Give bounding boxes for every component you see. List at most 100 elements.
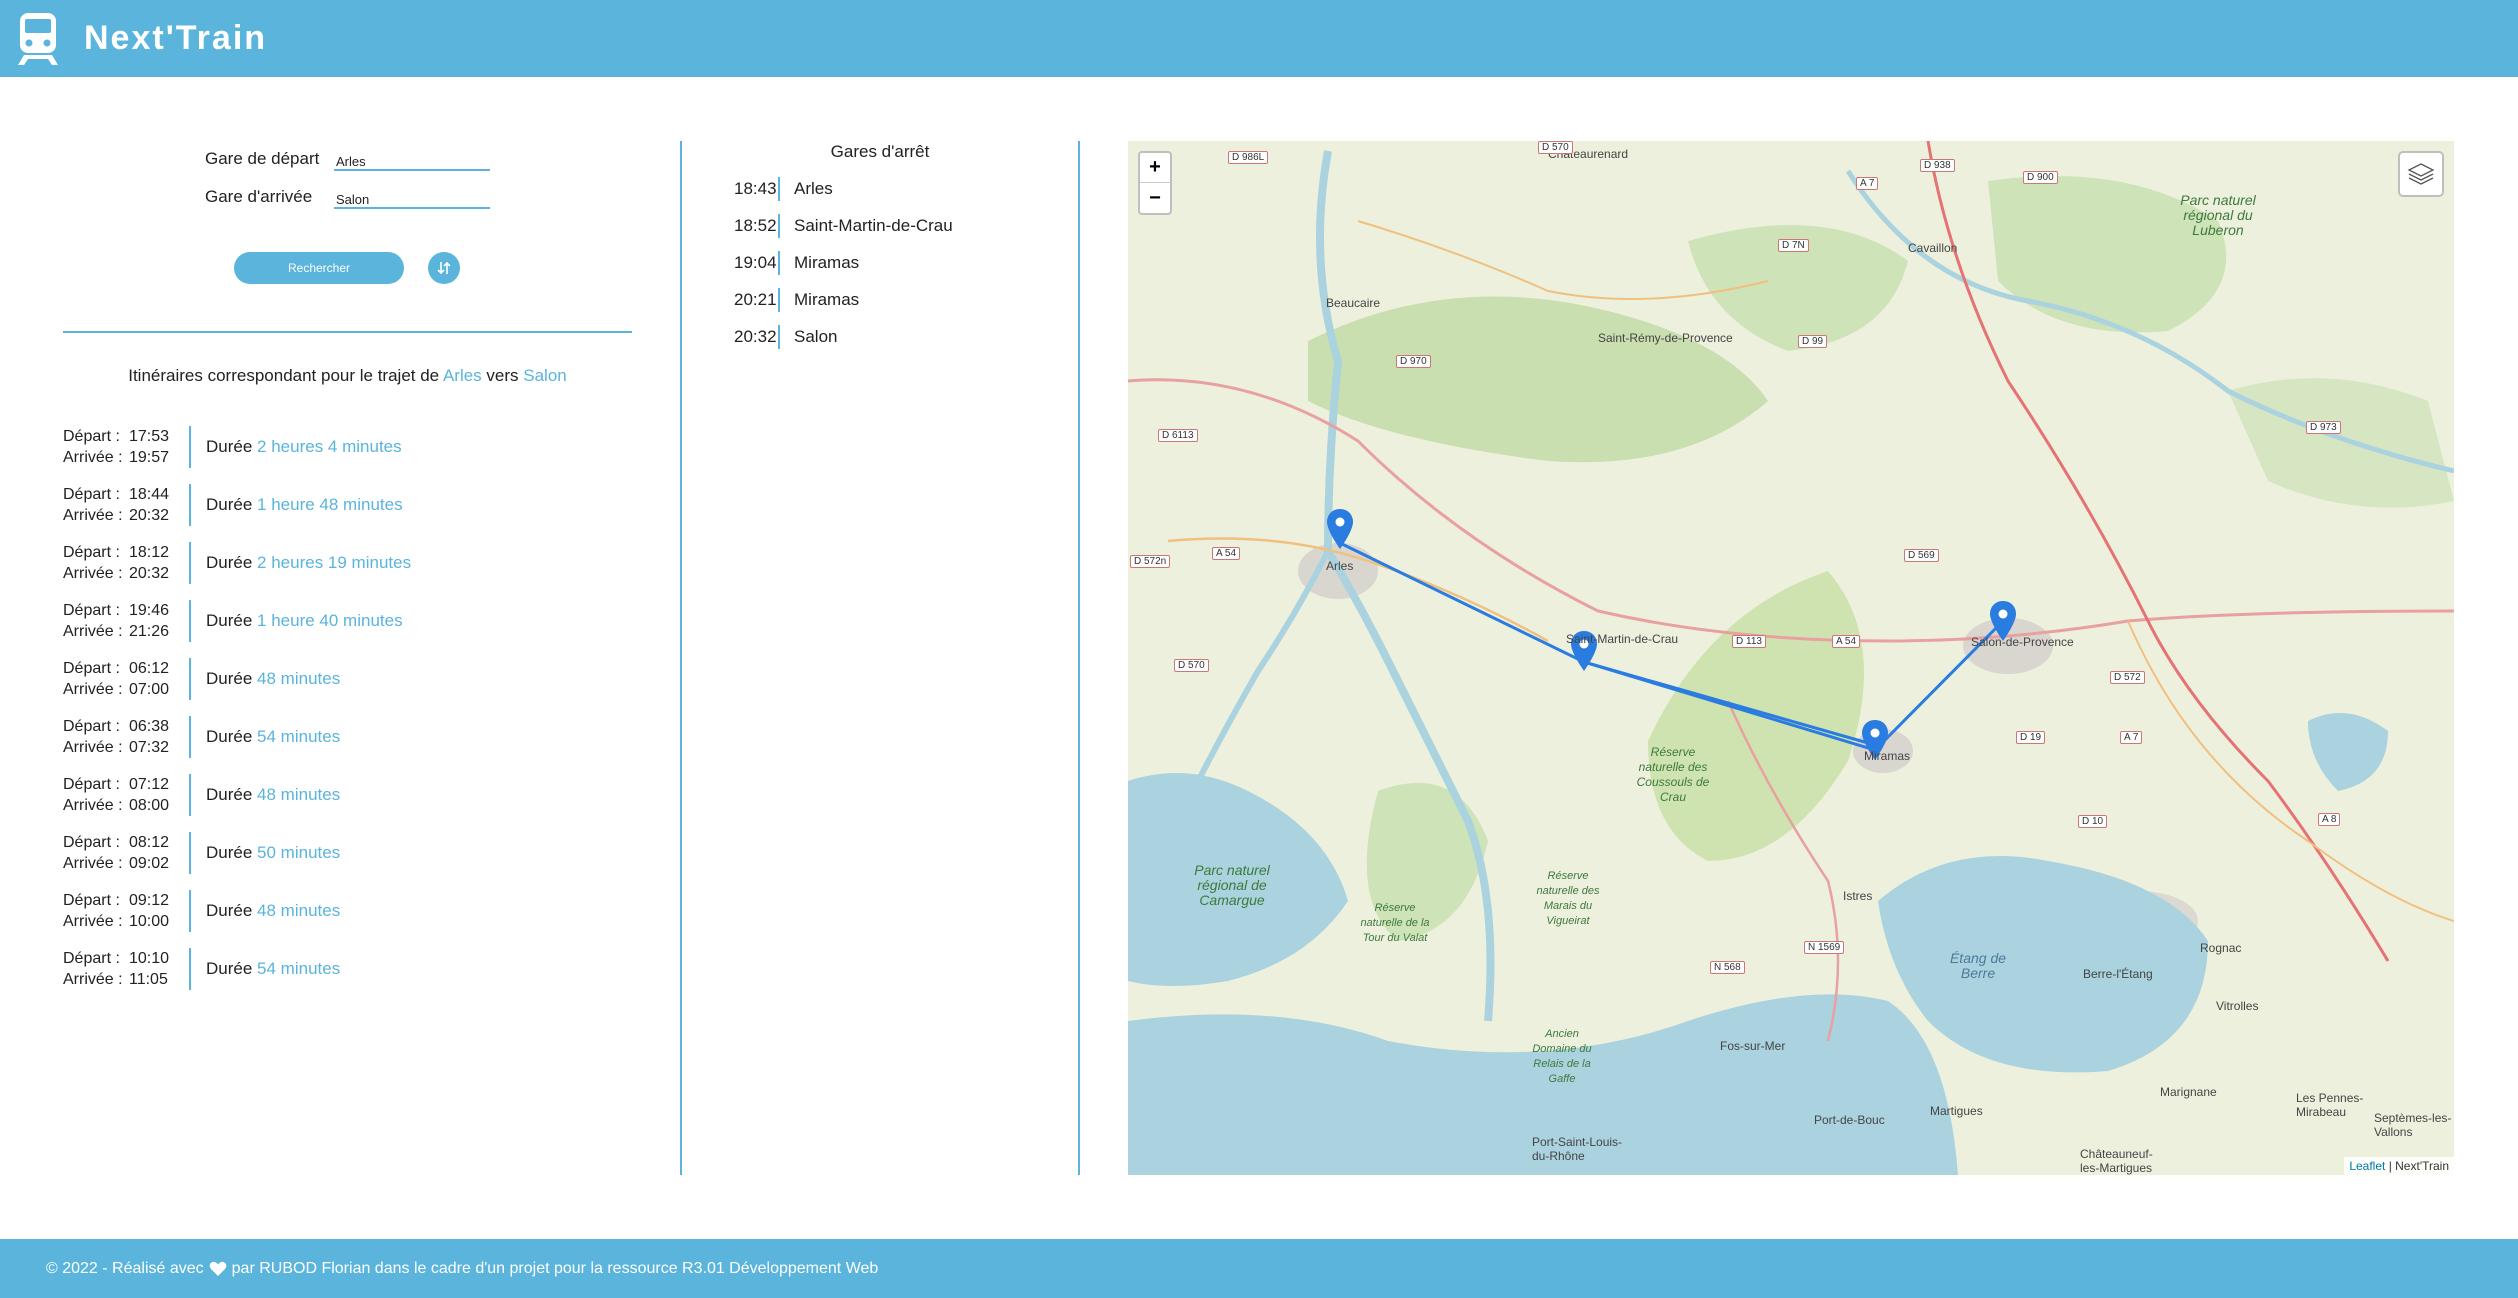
stop-separator	[778, 213, 780, 238]
duration-label: Durée	[206, 959, 253, 978]
map-label: Berre-l'Étang	[2083, 967, 2153, 981]
arrival-label: Arrivée :	[63, 739, 123, 756]
duration-label: Durée	[206, 727, 253, 746]
results-title-prefix: Itinéraires correspondant pour le trajet…	[128, 366, 440, 385]
road-shield: D 938	[1920, 159, 1955, 172]
app-header: Next'Train	[0, 0, 2518, 77]
search-button[interactable]: Rechercher	[234, 252, 404, 284]
arrival-input[interactable]: Salon	[334, 185, 490, 209]
departure-label: Départ :	[63, 776, 120, 793]
itinerary-duration: Durée 1 heure 48 minutes	[206, 495, 403, 515]
arrival-time: 11:05	[129, 971, 168, 988]
duration-label: Durée	[206, 843, 253, 862]
itinerary-item[interactable]: Départ : 10:10 Arrivée : 11:05 Durée 54 minu…	[63, 940, 632, 998]
duration-value[interactable]: 48 minutes	[257, 669, 340, 688]
road-shield: D 973	[2306, 421, 2341, 434]
map-label: Vitrolles	[2216, 999, 2259, 1013]
itinerary-separator	[189, 948, 191, 990]
itinerary-separator	[189, 658, 191, 700]
itinerary-separator	[189, 774, 191, 816]
duration-value[interactable]: 1 heure 40 minutes	[257, 611, 403, 630]
divider	[63, 331, 632, 333]
train-icon	[18, 12, 58, 65]
map-label: Les Pennes-Mirabeau	[2296, 1091, 2364, 1119]
map-label: Réserve naturelle des Marais du Vigueira…	[1536, 870, 1600, 927]
arrival-time: 20:32	[129, 507, 170, 524]
itinerary-times: Départ : 08:12 Arrivée : 09:02	[63, 832, 189, 874]
map-label: Martigues	[1930, 1104, 1983, 1118]
departure-input[interactable]: Arles	[334, 147, 490, 171]
results-title: Itinéraires correspondant pour le trajet…	[63, 366, 632, 386]
zoom-in-button[interactable]: +	[1140, 153, 1170, 183]
zoom-out-button[interactable]: −	[1140, 183, 1170, 213]
duration-value[interactable]: 48 minutes	[257, 901, 340, 920]
duration-label: Durée	[206, 669, 253, 688]
arrival-label: Arrivée :	[63, 507, 123, 524]
road-shield: D 572	[2110, 671, 2145, 684]
arrival-row: Gare d'arrivée Salon	[205, 178, 490, 216]
itinerary-times: Départ : 10:10 Arrivée : 11:05	[63, 948, 189, 990]
layers-icon	[2407, 163, 2435, 185]
map[interactable]: Arles Saint-Martin-de-Crau Miramas Salon…	[1128, 141, 2454, 1175]
itinerary-item[interactable]: Départ : 19:46 Arrivée : 21:26 Durée 1 heure…	[63, 592, 632, 650]
departure-label: Gare de départ	[205, 149, 320, 168]
stop-item: 18:52 Saint-Martin-de-Crau	[734, 207, 953, 244]
app-title: Next'Train	[84, 19, 268, 57]
duration-value[interactable]: 48 minutes	[257, 785, 340, 804]
stop-time: 18:43	[734, 178, 777, 198]
itinerary-separator	[189, 484, 191, 526]
stop-item: 20:21 Miramas	[734, 281, 953, 318]
duration-value[interactable]: 2 heures 4 minutes	[257, 437, 402, 456]
duration-value[interactable]: 1 heure 48 minutes	[257, 495, 403, 514]
stop-separator	[778, 176, 780, 201]
map-marker-arles[interactable]	[1327, 509, 1353, 549]
map-label: Châteauneuf-les-Martigues	[2080, 1147, 2153, 1175]
itinerary-duration: Durée 1 heure 40 minutes	[206, 611, 403, 631]
itinerary-duration: Durée 54 minutes	[206, 959, 340, 979]
itinerary-item[interactable]: Départ : 06:12 Arrivée : 07:00 Durée 48 minu…	[63, 650, 632, 708]
duration-label: Durée	[206, 785, 253, 804]
itinerary-duration: Durée 48 minutes	[206, 785, 340, 805]
departure-row: Gare de départ Arles	[205, 140, 490, 178]
leaflet-link[interactable]: Leaflet	[2349, 1159, 2385, 1173]
swap-button[interactable]	[428, 252, 460, 284]
itinerary-item[interactable]: Départ : 06:38 Arrivée : 07:32 Durée 54 minu…	[63, 708, 632, 766]
stop-item: 20:32 Salon	[734, 318, 953, 355]
stop-name: Salon	[794, 326, 838, 346]
road-shield: D 10	[2078, 815, 2108, 828]
stop-time: 19:04	[734, 252, 777, 272]
duration-value[interactable]: 2 heures 19 minutes	[257, 553, 411, 572]
road-shield: D 570	[1538, 141, 1573, 154]
road-shield: D 970	[1396, 355, 1431, 368]
itinerary-item[interactable]: Départ : 18:12 Arrivée : 20:32 Durée 2 heure…	[63, 534, 632, 592]
layers-button[interactable]	[2398, 151, 2444, 197]
itinerary-separator	[189, 542, 191, 584]
itinerary-item[interactable]: Départ : 18:44 Arrivée : 20:32 Durée 1 heure…	[63, 476, 632, 534]
departure-label: Départ :	[63, 834, 120, 851]
stop-separator	[778, 250, 780, 275]
departure-time: 06:38	[129, 718, 170, 735]
duration-label: Durée	[206, 553, 253, 572]
itinerary-item[interactable]: Départ : 17:53 Arrivée : 19:57 Durée 2 heure…	[63, 418, 632, 476]
departure-label: Départ :	[63, 660, 120, 677]
stop-name: Miramas	[794, 252, 860, 272]
road-shield: A 7	[2120, 731, 2143, 744]
duration-value[interactable]: 54 minutes	[257, 959, 340, 978]
map-label: Miramas	[1864, 749, 1911, 763]
itinerary-item[interactable]: Départ : 07:12 Arrivée : 08:00 Durée 48 minu…	[63, 766, 632, 824]
duration-value[interactable]: 54 minutes	[257, 727, 340, 746]
footer: © 2022 - Réalisé avec par RUBOD Florian …	[0, 1239, 2518, 1298]
departure-label: Départ :	[63, 428, 120, 445]
map-label: Port-de-Bouc	[1814, 1113, 1885, 1127]
itinerary-item[interactable]: Départ : 08:12 Arrivée : 09:02 Durée 50 minu…	[63, 824, 632, 882]
duration-value[interactable]: 50 minutes	[257, 843, 340, 862]
itinerary-item[interactable]: Départ : 09:12 Arrivée : 10:00 Durée 48 minu…	[63, 882, 632, 940]
road-shield: D 99	[1798, 335, 1828, 348]
map-label: Port-Saint-Louis-du-Rhône	[1532, 1135, 1623, 1163]
arrival-time: 21:26	[129, 623, 170, 640]
road-shield: D 6113	[1158, 429, 1198, 442]
departure-time: 08:12	[129, 834, 170, 851]
itinerary-times: Départ : 07:12 Arrivée : 08:00	[63, 774, 189, 816]
road-shield: A 54	[1832, 635, 1861, 648]
itinerary-separator	[189, 832, 191, 874]
